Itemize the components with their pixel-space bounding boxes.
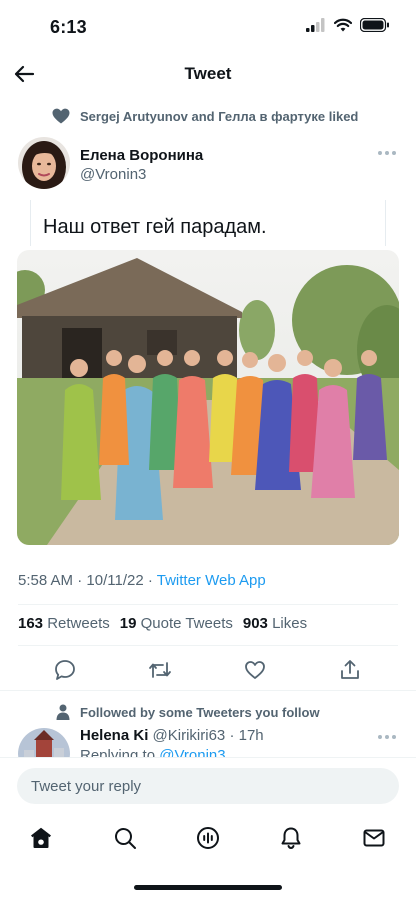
reply-age: 17h (238, 727, 264, 744)
retweet-icon (149, 662, 171, 678)
social-context-text: Sergej Arutyunov and Гелла в фартуке lik… (80, 108, 359, 124)
reply-input[interactable] (17, 768, 399, 804)
status-bar: 6:13 (0, 0, 416, 52)
wifi-icon (334, 18, 352, 32)
status-icons (306, 18, 390, 32)
tweet-photo (17, 250, 399, 545)
spaces-icon (197, 827, 219, 849)
more-options-button[interactable] (376, 146, 398, 160)
mail-icon (363, 829, 385, 847)
home-indicator[interactable] (134, 885, 282, 890)
tweet-text: Наш ответ гей парадам. (43, 216, 267, 238)
battery-icon (360, 18, 389, 32)
more-icon-dot (378, 151, 382, 155)
tweet-time: 5:58 AM (18, 572, 74, 589)
person-icon (56, 704, 70, 720)
retweets-stat[interactable]: 163 Retweets (18, 615, 110, 632)
likes-count: 903 (242, 615, 268, 632)
tab-messages[interactable] (361, 825, 387, 851)
reply-author-handle: @Kirikiri63 (152, 727, 226, 744)
bottom-tab-bar (0, 813, 416, 865)
tweet-image[interactable] (17, 250, 399, 545)
search-icon (115, 828, 136, 849)
retweets-count: 163 (18, 615, 44, 632)
comment-icon (55, 660, 75, 680)
reply-author-name: Helena Ki (80, 727, 149, 744)
meta-separator: · (147, 572, 157, 589)
reply-button[interactable] (53, 658, 77, 682)
more-icon-dot (392, 735, 396, 739)
tweet-text-container: Наш ответ гей парадам. (30, 200, 386, 246)
more-icon-dot (392, 151, 396, 155)
social-context[interactable]: Sergej Arutyunov and Гелла в фартуке lik… (52, 108, 358, 124)
reply-author[interactable]: Helena Ki @Kirikiri63 · 17h (80, 727, 264, 744)
author-avatar[interactable] (18, 137, 70, 189)
likes-label: Likes (272, 615, 308, 632)
tab-spaces[interactable] (195, 825, 221, 851)
more-icon-dot (385, 735, 389, 739)
section-divider (0, 690, 416, 691)
retweets-label: Retweets (47, 615, 110, 632)
author-name[interactable]: Елена Воронина (80, 147, 203, 164)
likes-stat[interactable]: 903 Likes (243, 615, 307, 632)
tab-notifications[interactable] (278, 825, 304, 851)
reply-composer (0, 757, 416, 813)
tweet-meta: 5:58 AM · 10/11/22 · Twitter Web App (18, 572, 266, 589)
reply-social-context-text: Followed by some Tweeters you follow (80, 704, 320, 720)
heart-icon (245, 661, 265, 679)
tweet-actions (0, 652, 416, 688)
home-icon (31, 827, 51, 848)
heart-icon (52, 108, 70, 124)
author-handle[interactable]: @Vronin3 (80, 166, 146, 183)
share-icon (341, 660, 359, 679)
quotes-stat[interactable]: 19 Quote Tweets (120, 615, 233, 632)
bell-icon (281, 827, 301, 850)
retweet-button[interactable] (148, 658, 172, 682)
reply-more-button[interactable] (376, 730, 398, 744)
quote-count: 19 (119, 615, 137, 632)
meta-separator: · (77, 572, 87, 589)
tab-search[interactable] (112, 825, 138, 851)
reply-social-context: Followed by some Tweeters you follow (56, 704, 320, 720)
tweet-stats: 163 Retweets 19 Quote Tweets 903 Likes (18, 615, 307, 632)
status-time: 6:13 (50, 17, 87, 37)
tab-home[interactable] (28, 825, 54, 851)
like-button[interactable] (243, 658, 267, 682)
page-title: Tweet (184, 64, 232, 83)
more-icon-dot (385, 151, 389, 155)
tweet-source-link[interactable]: Twitter Web App (157, 572, 266, 589)
avatar-image (18, 137, 70, 189)
tweet-date: 10/11/22 (86, 572, 144, 589)
divider (18, 604, 398, 605)
more-icon-dot (378, 735, 382, 739)
signal-icon (306, 18, 325, 32)
share-button[interactable] (338, 658, 362, 682)
quote-label: Quote Tweets (140, 615, 233, 632)
divider (18, 645, 398, 646)
reply-separator: · (225, 727, 239, 744)
nav-bar: Tweet (0, 52, 416, 96)
